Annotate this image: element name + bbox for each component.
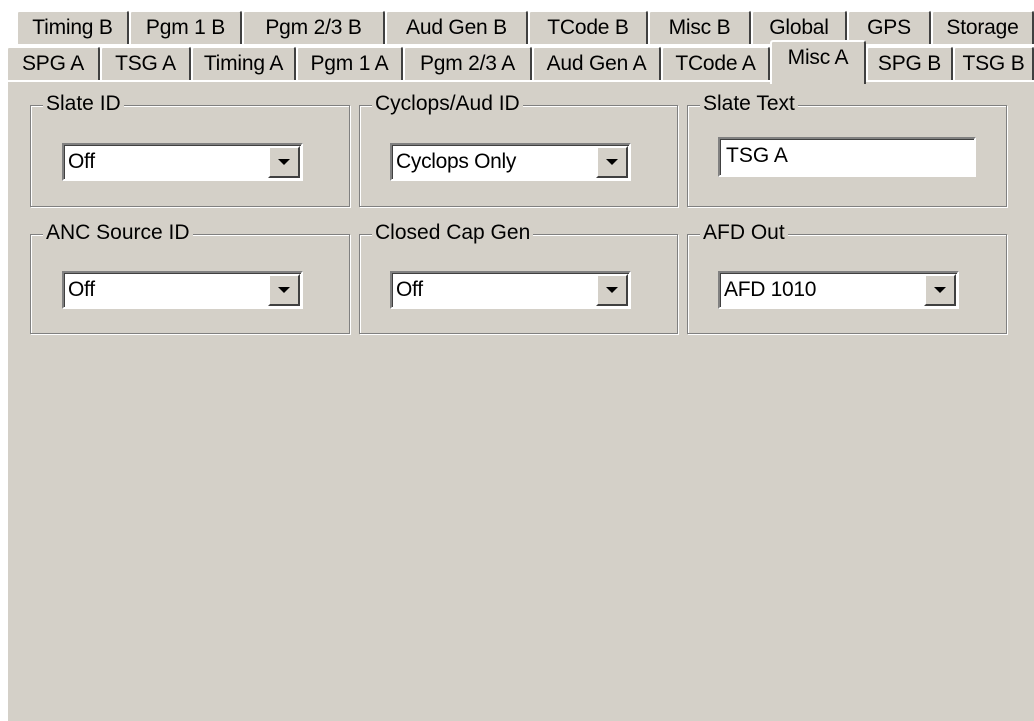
tab-aud-gen-a[interactable]: Aud Gen A [532,46,661,80]
tab-timing-b[interactable]: Timing B [16,10,129,44]
tab-spg-b[interactable]: SPG B [866,46,953,80]
cyclops-aud-id-label: Cyclops/Aud ID [372,92,523,116]
tab-timing-a[interactable]: Timing A [191,46,296,80]
cyclops-aud-id-group: Cyclops/Aud ID Cyclops Only [359,92,678,207]
afd-out-value: AFD 1010 [724,278,817,301]
closed-cap-gen-value: Off [396,278,423,301]
closed-cap-gen-group: Closed Cap Gen Off [359,221,678,334]
chevron-down-icon[interactable] [596,146,628,178]
chevron-down-icon[interactable] [924,274,956,306]
tab-tsg-a[interactable]: TSG A [100,46,191,80]
tab-storage[interactable]: Storage [931,10,1034,44]
slate-text-input[interactable]: TSG A [718,137,976,177]
tab-tcode-a[interactable]: TCode A [661,46,770,80]
slate-id-value: Off [68,150,95,173]
afd-out-label: AFD Out [700,221,788,245]
chevron-down-icon[interactable] [268,274,300,306]
anc-source-id-group: ANC Source ID Off [30,221,350,334]
slate-text-group: Slate Text TSG A [687,92,1007,207]
tab-gps[interactable]: GPS [847,10,931,44]
afd-out-group: AFD Out AFD 1010 [687,221,1007,334]
anc-source-id-value: Off [68,278,95,301]
tab-pgm-1-a[interactable]: Pgm 1 A [296,46,403,80]
tab-misc-a[interactable]: Misc A [770,40,866,84]
cyclops-aud-id-value: Cyclops Only [396,150,517,173]
slate-text-label: Slate Text [700,92,798,116]
cyclops-aud-id-dropdown[interactable]: Cyclops Only [390,143,631,181]
tab-row-front: SPG A TSG A Timing A Pgm 1 A Pgm 2/3 A A… [0,40,1034,84]
tab-misc-b[interactable]: Misc B [648,10,751,44]
tab-tcode-b[interactable]: TCode B [528,10,648,44]
tab-row-back: Timing B Pgm 1 B Pgm 2/3 B Aud Gen B TCo… [0,10,1034,44]
tab-tsg-b[interactable]: TSG B [953,46,1034,80]
tab-pgm-2-3-a[interactable]: Pgm 2/3 A [403,46,532,80]
tab-aud-gen-b[interactable]: Aud Gen B [385,10,528,44]
slate-id-dropdown[interactable]: Off [62,143,303,181]
slate-id-group: Slate ID Off [30,92,350,207]
slate-id-label: Slate ID [43,92,124,116]
tab-global[interactable]: Global [751,10,847,44]
chevron-down-icon[interactable] [268,146,300,178]
chevron-down-icon[interactable] [596,274,628,306]
afd-out-dropdown[interactable]: AFD 1010 [718,271,959,309]
closed-cap-gen-dropdown[interactable]: Off [390,271,631,309]
closed-cap-gen-label: Closed Cap Gen [372,221,534,245]
anc-source-id-dropdown[interactable]: Off [62,271,303,309]
tab-spg-a[interactable]: SPG A [6,46,100,80]
tab-pgm-1-b[interactable]: Pgm 1 B [129,10,242,44]
anc-source-id-label: ANC Source ID [43,221,193,245]
misc-a-panel: Slate ID Off Cyclops/Aud ID Cyclops Only… [6,80,1034,721]
tab-pgm-2-3-b[interactable]: Pgm 2/3 B [242,10,385,44]
